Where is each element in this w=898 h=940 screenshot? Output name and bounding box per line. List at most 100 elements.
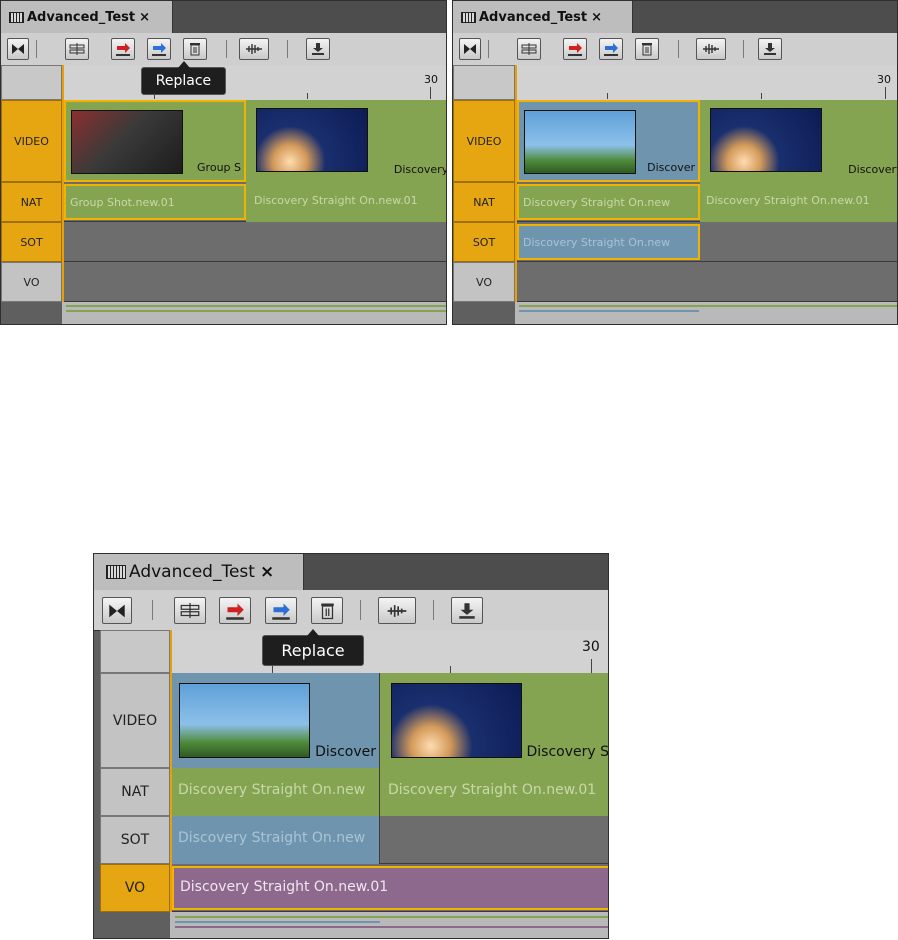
clip-name: Group Shot.new.01 bbox=[70, 196, 175, 209]
track-label-nat[interactable]: NAT bbox=[100, 768, 170, 816]
bowtie-button[interactable] bbox=[459, 38, 481, 60]
insert-button[interactable] bbox=[563, 38, 587, 60]
nat-clip[interactable]: Discovery Straight On.new bbox=[517, 184, 700, 220]
bowtie-icon bbox=[12, 44, 24, 54]
track-label-nat[interactable]: NAT bbox=[1, 182, 62, 222]
delete-button[interactable] bbox=[183, 38, 207, 60]
replace-button[interactable] bbox=[147, 38, 171, 60]
insert-button[interactable] bbox=[219, 597, 251, 624]
split-clip-button[interactable] bbox=[65, 38, 89, 60]
audio-waveform-button[interactable] bbox=[239, 38, 269, 60]
playhead[interactable] bbox=[515, 65, 517, 302]
video-clip[interactable]: Discover bbox=[517, 100, 700, 182]
ruler-tick bbox=[272, 666, 273, 673]
video-clip[interactable]: Discovery S bbox=[700, 100, 897, 182]
track-label-sot[interactable]: SOT bbox=[1, 222, 62, 262]
bowtie-button[interactable] bbox=[7, 38, 29, 60]
tab-bar: Advanced_Test × bbox=[453, 1, 897, 34]
track-label-vo[interactable]: VO bbox=[453, 262, 515, 302]
clip-name: Discovery Straight On.new bbox=[178, 782, 366, 798]
timeline-ruler[interactable]: 30 bbox=[62, 65, 446, 100]
delete-button[interactable] bbox=[311, 597, 343, 624]
tab-advanced-test[interactable]: Advanced_Test × bbox=[94, 554, 304, 590]
replace-tooltip: Replace bbox=[262, 629, 364, 666]
track-label-vo[interactable]: VO bbox=[1, 262, 62, 302]
timeline-scrollbar[interactable] bbox=[170, 912, 608, 938]
timeline-scrollbar[interactable] bbox=[515, 302, 897, 324]
clip-name: Discovery Straight On.new bbox=[523, 196, 671, 209]
audio-waveform-icon bbox=[246, 44, 262, 54]
ruler-tick bbox=[450, 666, 451, 673]
tab-advanced-test[interactable]: Advanced_Test × bbox=[1, 1, 173, 33]
replace-button[interactable] bbox=[265, 597, 297, 624]
nat-clip[interactable]: Discovery Straight On.new.01 bbox=[700, 182, 897, 222]
close-icon[interactable]: × bbox=[260, 562, 274, 582]
clip-thumbnail bbox=[71, 110, 183, 174]
clip-name: Discovery Straight On.new bbox=[523, 236, 671, 249]
tab-bar: Advanced_Test × bbox=[94, 554, 608, 591]
replace-icon bbox=[152, 43, 166, 56]
download-button[interactable] bbox=[451, 597, 483, 624]
insert-button[interactable] bbox=[111, 38, 135, 60]
vo-track bbox=[62, 262, 446, 302]
clip-thumbnail bbox=[256, 108, 368, 172]
close-icon[interactable]: × bbox=[139, 10, 150, 25]
timeline-ruler[interactable]: 30 bbox=[515, 65, 897, 100]
replace-icon bbox=[272, 603, 290, 620]
download-button[interactable] bbox=[306, 38, 330, 60]
track-label-vo[interactable]: VO bbox=[100, 864, 170, 912]
track-label-video[interactable]: VIDEO bbox=[453, 100, 515, 182]
ruler-tick bbox=[607, 93, 608, 99]
tab-bar: Advanced_Test × bbox=[1, 1, 446, 34]
clip-name: Discovery Straight On.new bbox=[178, 830, 366, 846]
track-label-sot[interactable]: SOT bbox=[100, 816, 170, 864]
sot-clip[interactable]: Discovery Straight On.new bbox=[170, 816, 380, 864]
video-clip[interactable]: Group S bbox=[64, 100, 246, 182]
download-button[interactable] bbox=[758, 38, 782, 60]
audio-waveform-icon bbox=[387, 604, 407, 617]
nat-clip[interactable]: Discovery Straight On.new.01 bbox=[380, 768, 608, 816]
vo-track bbox=[515, 262, 897, 302]
tooltip-text: Replace bbox=[281, 641, 345, 660]
track-label-video[interactable]: VIDEO bbox=[100, 673, 170, 768]
insert-icon bbox=[116, 43, 130, 56]
audio-waveform-button[interactable] bbox=[696, 38, 726, 60]
playhead[interactable] bbox=[170, 630, 172, 912]
tab-advanced-test[interactable]: Advanced_Test × bbox=[453, 1, 633, 33]
timeline-scrollbar[interactable] bbox=[62, 302, 446, 324]
delete-button[interactable] bbox=[635, 38, 659, 60]
split-clip-icon bbox=[521, 43, 537, 55]
nat-track: Discovery Straight On.new Discovery Stra… bbox=[515, 182, 897, 222]
nat-clip[interactable]: Discovery Straight On.new.01 bbox=[246, 182, 446, 222]
timeline-icon bbox=[106, 565, 126, 579]
toolbar-separator bbox=[678, 40, 679, 58]
replace-button[interactable] bbox=[599, 38, 623, 60]
vo-clip[interactable]: Discovery Straight On.new.01 bbox=[172, 866, 608, 910]
sot-clip[interactable]: Discovery Straight On.new bbox=[517, 224, 700, 260]
playhead[interactable] bbox=[62, 65, 64, 302]
split-clip-button[interactable] bbox=[517, 38, 541, 60]
video-clip[interactable]: Discovery S bbox=[380, 673, 608, 768]
sot-track: Discovery Straight On.new bbox=[515, 222, 897, 262]
timeline-ruler[interactable]: 30 bbox=[170, 630, 608, 673]
insert-icon bbox=[226, 603, 244, 620]
ruler-mark: 30 bbox=[424, 73, 438, 86]
toolbar-separator bbox=[360, 600, 361, 620]
close-icon[interactable]: × bbox=[591, 10, 602, 25]
track-label-sot[interactable]: SOT bbox=[453, 222, 515, 262]
clip-name: Discover bbox=[315, 744, 376, 760]
download-icon bbox=[459, 602, 475, 619]
video-clip[interactable]: Discover bbox=[170, 673, 380, 768]
nat-clip[interactable]: Discovery Straight On.new bbox=[170, 768, 380, 816]
video-clip[interactable]: Discovery St bbox=[246, 100, 446, 182]
nat-clip[interactable]: Group Shot.new.01 bbox=[64, 184, 246, 220]
timeline-panel-2: Advanced_Test × 30 VIDEO NAT SOT VO Disc… bbox=[452, 0, 898, 325]
split-clip-button[interactable] bbox=[174, 597, 206, 624]
track-label-video[interactable]: VIDEO bbox=[1, 100, 62, 182]
delete-icon bbox=[642, 43, 652, 56]
clip-name: Discovery Straight On.new.01 bbox=[180, 879, 389, 895]
bowtie-button[interactable] bbox=[102, 597, 132, 624]
tooltip-arrow bbox=[307, 629, 319, 636]
track-label-nat[interactable]: NAT bbox=[453, 182, 515, 222]
audio-waveform-button[interactable] bbox=[378, 597, 416, 624]
